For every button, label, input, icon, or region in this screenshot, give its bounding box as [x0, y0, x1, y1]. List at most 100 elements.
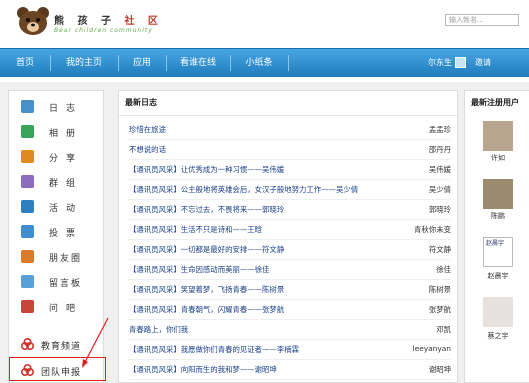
journal-row: 【通讯员风采】向阳而生的我和梦——谢昭坤 谢昭坤	[129, 361, 451, 380]
journal-title-link[interactable]: 【通讯员风采】生活不只是诗和——王晗	[129, 224, 262, 235]
friends-icon	[21, 250, 34, 263]
sidebar-item-share[interactable]: 分享	[9, 147, 103, 169]
nav-divider	[118, 55, 119, 71]
nav-divider	[50, 55, 51, 71]
sidebar-item-vote[interactable]: 投票	[9, 222, 103, 244]
nav-user[interactable]: 尔东生 邀请	[428, 49, 491, 77]
sidebar-item-label: 活动	[49, 204, 84, 214]
journal-row: 【通讯员风采】生活不只是诗和——王晗 青秋你未变	[129, 221, 451, 240]
nav-divider	[230, 55, 231, 71]
recent-journals-panel: 最新日志 珍惜在旅途 孟孟珍 不想说的话 邵丹丹 【通讯员风采】让优秀成为一种习惯—…	[118, 90, 458, 383]
education-icon	[21, 338, 34, 350]
journal-title-link[interactable]: 【通讯员风采】让优秀成为一种习惯——吴伟媛	[129, 164, 284, 175]
sidebar-item-activity[interactable]: 活动	[9, 197, 103, 219]
main-nav: 首页 我的主页 应用 看谁在线 小纸条 尔东生 邀请	[0, 48, 529, 77]
user-name-link[interactable]: 陈鹏	[481, 211, 515, 221]
journal-title-link[interactable]: 不想说的话	[129, 144, 166, 155]
user-name-link[interactable]: 赵晨宇	[481, 271, 515, 281]
nav-username[interactable]: 尔东生	[428, 58, 452, 67]
sidebar-item-education[interactable]: 教育频道	[9, 335, 103, 357]
journal-author[interactable]: 邵丹丹	[429, 144, 451, 155]
user-name-link[interactable]: 许如	[481, 153, 515, 163]
sidebar-item-album[interactable]: 相册	[9, 122, 103, 144]
sidebar-item-friends[interactable]: 朋友圈	[9, 247, 103, 269]
sidebar-item-label: 投票	[49, 229, 84, 239]
journal-row: 不想说的话 邵丹丹	[129, 141, 451, 160]
journal-author[interactable]: 青秋你未变	[414, 224, 451, 235]
journal-row: 【通讯员风采】笑望着梦，飞扬青春——陈树景 陈树景	[129, 281, 451, 300]
sidebar-item-question[interactable]: 问吧	[9, 297, 103, 319]
search-input[interactable]: 输入姓名...	[445, 14, 519, 26]
logo-text-cn-red: 社 区	[124, 16, 163, 27]
sidebar-item-label: 留言板	[49, 279, 83, 289]
nav-notes[interactable]: 小纸条	[234, 49, 284, 77]
journal-title-link[interactable]: 【通讯员风采】青春朝气，闪耀青春——张梦航	[129, 304, 284, 315]
user-name-link[interactable]: 蔡之宇	[481, 331, 515, 341]
journal-author[interactable]: 张梦航	[429, 304, 451, 315]
journal-title-link[interactable]: 【通讯员风采】生命因感动而美丽——徐佳	[129, 264, 269, 275]
guestbook-icon	[21, 275, 34, 288]
journal-row: 珍惜在旅途 孟孟珍	[129, 121, 451, 140]
share-icon	[21, 150, 34, 163]
panel-title: 最新日志	[125, 98, 157, 107]
journal-row: 【通讯员风采】让优秀成为一种习惯——吴伟媛 吴伟媛	[129, 161, 451, 180]
logo-text-cn: 熊 孩 子	[54, 16, 116, 27]
sidebar-item-label: 教育频道	[41, 342, 82, 352]
sidebar-item-guestbook[interactable]: 留言板	[9, 272, 103, 294]
journal-author[interactable]: 邓凯	[436, 324, 451, 335]
journal-row: 【通讯员风采】生命因感动而美丽——徐佳 徐佳	[129, 261, 451, 280]
journal-row: 【通讯员风采】青春朝气，闪耀青春——张梦航 张梦航	[129, 301, 451, 320]
journal-author[interactable]: 徐佳	[436, 264, 451, 275]
nav-invite[interactable]: 邀请	[475, 58, 491, 67]
journal-icon	[21, 100, 34, 113]
journal-title-link[interactable]: 【通讯员风采】不忘过去，不畏将来——郭晓玲	[129, 204, 284, 215]
new-users-panel: 最新注册用户 许如 陈鹏 赵晨宇 赵晨宇 蔡之宇	[464, 90, 529, 383]
journal-row: 【通讯员风采】公主般地将英雄会后，女汉子般地努力工作——吴少倩 吴少倩	[129, 181, 451, 200]
journal-row: 青春路上，你们我 邓凯	[129, 321, 451, 340]
journal-title-link[interactable]: 【通讯员风采】我愿做你们青春的见证者——李楠霖	[129, 344, 299, 355]
user-avatar[interactable]	[483, 297, 513, 327]
journal-title-link[interactable]: 青春路上，你们我	[129, 324, 188, 335]
sidebar-item-label: 相册	[49, 129, 84, 139]
sidebar-item-label: 朋友圈	[49, 254, 83, 264]
highlight-box	[9, 357, 106, 381]
sidebar-item-group[interactable]: 群组	[9, 172, 103, 194]
journal-title-link[interactable]: 【通讯员风采】一切都是最好的安排——符文静	[129, 244, 284, 255]
divider	[119, 115, 457, 116]
broken-avatar-image[interactable]: 赵晨宇	[483, 237, 513, 267]
journal-title-link[interactable]: 珍惜在旅途	[129, 124, 166, 135]
journal-author[interactable]: leeyanyan	[413, 344, 451, 353]
journal-author[interactable]: 陈树景	[429, 284, 451, 295]
nav-apps[interactable]: 应用	[122, 49, 162, 77]
site-logo-text[interactable]: 熊 孩 子 社 区	[54, 12, 163, 27]
user-avatar[interactable]	[483, 179, 513, 209]
journal-title-link[interactable]: 【通讯员风采】向阳而生的我和梦——谢昭坤	[129, 364, 277, 375]
journal-author[interactable]: 郭晓玲	[429, 204, 451, 215]
user-avatar-icon[interactable]	[455, 57, 466, 68]
site-header: 熊 孩 子 社 区 Bear children community 输入姓名..…	[0, 0, 529, 46]
sidebar-item-label: 分享	[49, 154, 84, 164]
vote-icon	[21, 225, 34, 238]
journal-author[interactable]: 谢昭坤	[429, 364, 451, 375]
nav-my-home[interactable]: 我的主页	[54, 49, 114, 77]
app-sidebar: 日志 相册 分享 群组 活动 投票 朋友圈 留言板 问吧 教育频道 团队申报	[8, 90, 104, 383]
journal-row: 【通讯员风采】不忘过去，不畏将来——郭晓玲 郭晓玲	[129, 201, 451, 220]
sidebar-item-journal[interactable]: 日志	[9, 97, 103, 119]
logo-text-en: Bear children community	[54, 27, 153, 34]
journal-author[interactable]: 孟孟珍	[429, 124, 451, 135]
photo-album-icon	[21, 125, 34, 138]
journal-author[interactable]: 符文静	[429, 244, 451, 255]
user-avatar[interactable]	[483, 121, 513, 151]
journal-title-link[interactable]: 【通讯员风采】笑望着梦，飞扬青春——陈树景	[129, 284, 284, 295]
journal-author[interactable]: 吴少倩	[429, 184, 451, 195]
journal-row: 【通讯员风采】我愿做你们青春的见证者——李楠霖 leeyanyan	[129, 341, 451, 360]
nav-home[interactable]: 首页	[4, 49, 46, 77]
nav-online[interactable]: 看谁在线	[170, 49, 226, 77]
sidebar-item-label: 群组	[49, 179, 84, 189]
nav-divider	[166, 55, 167, 71]
bear-logo-icon[interactable]	[16, 6, 50, 36]
question-icon	[21, 300, 34, 313]
journal-title-link[interactable]: 【通讯员风采】公主般地将英雄会后，女汉子般地努力工作——吴少倩	[129, 184, 358, 195]
group-icon	[21, 175, 34, 188]
journal-author[interactable]: 吴伟媛	[429, 164, 451, 175]
